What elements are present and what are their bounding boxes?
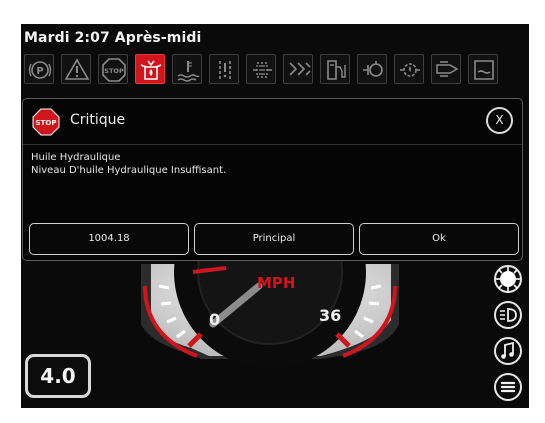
brightness-icon[interactable] (493, 264, 523, 294)
svg-text:STOP: STOP (104, 67, 124, 75)
gear-value: 4.0 (40, 364, 76, 388)
oil-pressure-icon[interactable] (394, 54, 424, 84)
park-brake-icon[interactable]: P (24, 54, 54, 84)
music-icon[interactable] (493, 336, 523, 366)
gauge-unit: MPH (257, 274, 296, 292)
filter-icon[interactable] (246, 54, 276, 84)
stop-icon[interactable]: STOP (98, 54, 128, 84)
stop-sign-label: STOP (36, 119, 57, 127)
fluid-tank-icon[interactable] (468, 54, 498, 84)
alert-severity: Critique (70, 112, 126, 128)
display-screen: MPH 0 36 4.0 Mardi 2:07 Après-midi P STO… (21, 24, 529, 408)
pressure-icon[interactable] (209, 54, 239, 84)
menu-icon[interactable] (493, 372, 523, 402)
alert-dialog: STOP Critique X Huile Hydraulique Niveau… (22, 98, 523, 261)
coolant-temp-icon[interactable] (172, 54, 202, 84)
main-button[interactable]: Principal (194, 223, 354, 255)
date-time: Mardi 2:07 Après-midi (24, 30, 202, 46)
warning-triangle-icon[interactable] (61, 54, 91, 84)
ok-button[interactable]: Ok (359, 223, 519, 255)
gauge-min-label: 0 (209, 310, 221, 329)
gauge-max-label: 36 (319, 306, 342, 325)
gear-indicator: 4.0 (25, 354, 91, 398)
fault-code-button[interactable]: 1004.18 (29, 223, 189, 255)
fuel-icon[interactable] (320, 54, 350, 84)
close-icon: X (495, 113, 504, 127)
alert-line-1: Huile Hydraulique (31, 152, 121, 163)
stop-sign-icon: STOP (32, 108, 60, 136)
engine-icon[interactable] (357, 54, 387, 84)
alert-header: STOP Critique X (23, 99, 522, 145)
warning-icon-bar: P STOP (24, 54, 529, 86)
svg-text:P: P (36, 66, 43, 77)
alert-message: Huile Hydraulique Niveau D'huile Hydraul… (31, 151, 226, 177)
fan-icon[interactable] (283, 54, 313, 84)
alert-line-2: Niveau D'huile Hydraulique Insuffisant. (31, 165, 227, 176)
hydraulic-oil-icon[interactable] (135, 54, 165, 84)
close-button[interactable]: X (486, 107, 513, 134)
headlight-icon[interactable] (493, 300, 523, 330)
transmission-icon[interactable] (431, 54, 461, 84)
